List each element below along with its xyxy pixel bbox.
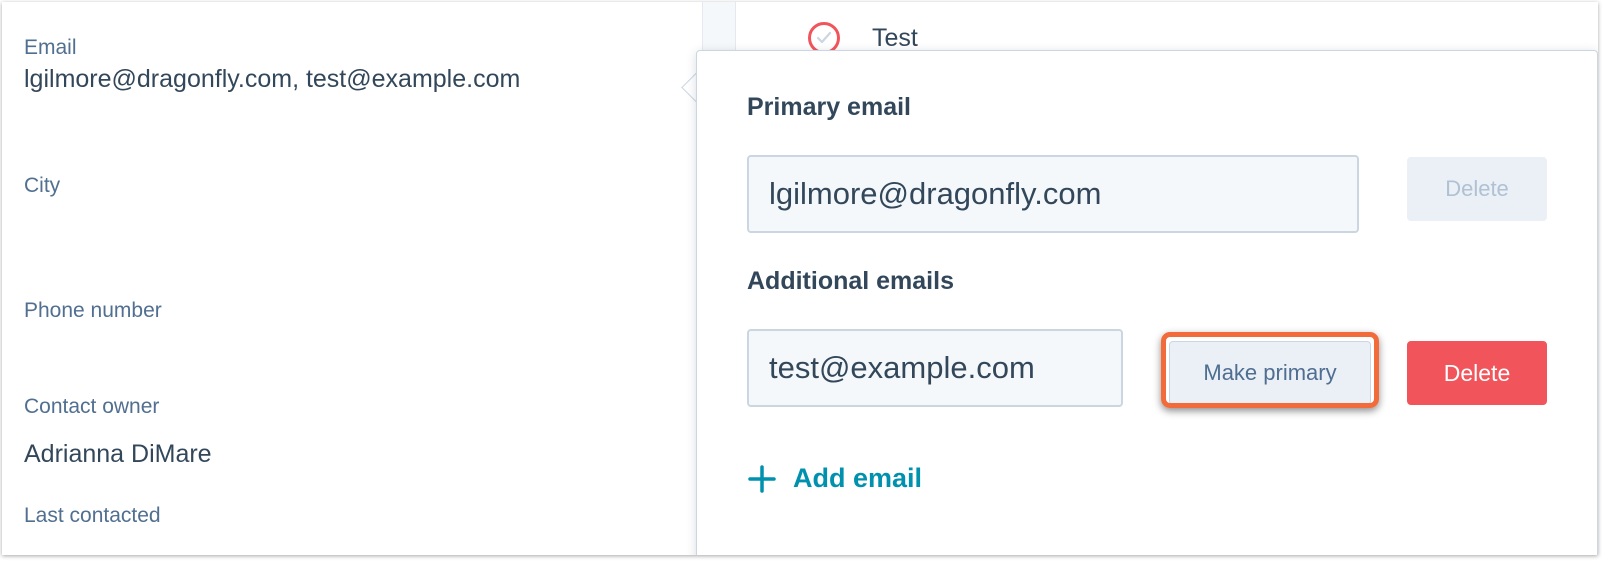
contact-record-window: Email lgilmore@dragonfly.com, test@examp…	[2, 2, 1598, 555]
city-label: City	[24, 174, 61, 197]
last-contacted-label: Last contacted	[24, 504, 161, 527]
contact-owner-value[interactable]: Adrianna DiMare	[24, 440, 212, 469]
phone-number-label: Phone number	[24, 299, 162, 322]
email-value[interactable]: lgilmore@dragonfly.com, test@example.com	[24, 65, 520, 94]
email-label: Email	[24, 36, 77, 59]
add-email-button[interactable]: Add email	[747, 463, 922, 494]
delete-primary-email-button[interactable]: Delete	[1407, 157, 1547, 221]
plus-icon	[748, 464, 776, 493]
email-editor-popover: Primary email Delete Additional emails M…	[696, 50, 1598, 555]
additional-email-input[interactable]	[747, 329, 1123, 407]
additional-emails-heading: Additional emails	[747, 267, 954, 295]
task-title[interactable]: Test	[872, 24, 918, 53]
contact-properties-panel: Email lgilmore@dragonfly.com, test@examp…	[2, 2, 702, 555]
add-email-label: Add email	[793, 463, 923, 493]
make-primary-button[interactable]: Make primary	[1169, 341, 1371, 405]
primary-email-input[interactable]	[747, 155, 1359, 233]
contact-owner-label: Contact owner	[24, 395, 160, 418]
delete-additional-email-button[interactable]: Delete	[1407, 341, 1547, 405]
primary-email-heading: Primary email	[747, 93, 911, 121]
